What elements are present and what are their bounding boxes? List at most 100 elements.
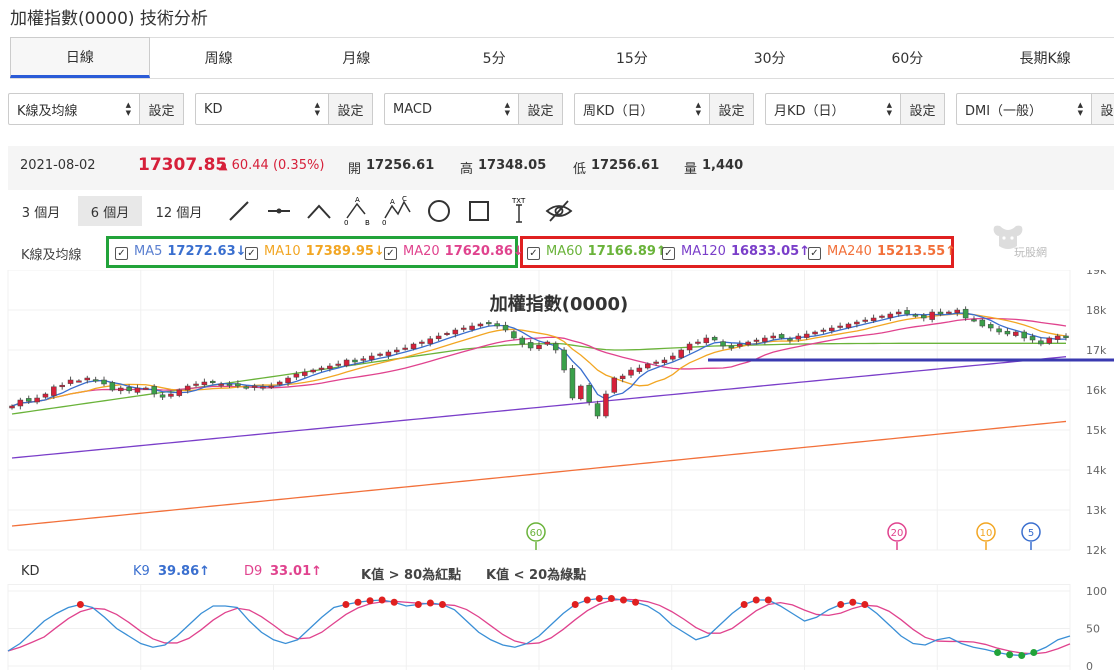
kd-red-dot	[426, 599, 434, 607]
candle-body	[820, 329, 827, 332]
horizontal-line-icon[interactable]	[264, 196, 294, 226]
marker-label: 5	[1028, 528, 1034, 539]
line-tool-icon[interactable]	[224, 196, 254, 226]
range-6m-button[interactable]: 6 個月	[78, 196, 142, 226]
tab-6[interactable]: 60分	[839, 38, 977, 78]
kd-label: KD	[21, 564, 40, 579]
checkbox-checked-icon[interactable]: ✓	[527, 247, 540, 260]
watermark-text: 玩股網	[1014, 246, 1047, 259]
candle-body	[176, 389, 183, 396]
candle-body	[854, 321, 860, 325]
tab-1[interactable]: 周線	[150, 38, 288, 78]
rectangle-tool-icon[interactable]	[464, 196, 494, 226]
range-12m-button[interactable]: 12 個月	[146, 196, 212, 226]
ma-name: MA20	[403, 244, 440, 259]
kd-red-dot	[583, 596, 591, 604]
checkbox-checked-icon[interactable]: ✓	[245, 247, 258, 260]
settings-button-4[interactable]: 設定	[901, 93, 945, 125]
indicator-select-2[interactable]: MACD ▲ ▼	[384, 93, 519, 125]
abcd-pattern-icon[interactable]: 0 A C	[382, 196, 412, 226]
candle-body	[904, 310, 910, 315]
checkbox-checked-icon[interactable]: ✓	[662, 247, 675, 260]
candle	[561, 347, 567, 373]
candle-body	[619, 375, 626, 380]
ma-item-ma240[interactable]: ✓ MA240 15213.55↑	[808, 244, 956, 260]
hide-drawings-icon[interactable]	[544, 196, 574, 226]
candle	[594, 400, 601, 419]
select-value: MACD	[393, 101, 432, 117]
txt-tool-label: TXT	[511, 197, 526, 205]
marker-label: 10	[980, 528, 993, 539]
candle-body	[720, 341, 726, 347]
tab-5[interactable]: 30分	[701, 38, 839, 78]
candle-body	[42, 393, 49, 398]
settings-button-5[interactable]: 設定	[1092, 93, 1114, 125]
kd-green-dot	[1030, 649, 1038, 656]
d9-label: D9	[244, 564, 263, 579]
candle-body	[661, 359, 668, 364]
updown-arrow-icon: ▲ ▼	[695, 101, 701, 117]
kd-tick-label: 100	[1086, 585, 1107, 598]
kd-chart: 100 50 0	[7, 584, 1107, 670]
candle-body	[260, 386, 266, 389]
candle-body	[285, 377, 291, 384]
settings-button-0[interactable]: 設定	[140, 93, 184, 125]
range-3m-button[interactable]: 3 個月	[8, 196, 74, 226]
candle-body	[803, 333, 810, 338]
candle-body	[310, 369, 316, 373]
settings-button-2[interactable]: 設定	[519, 93, 563, 125]
tab-2[interactable]: 月線	[288, 38, 426, 78]
checkbox-checked-icon[interactable]: ✓	[115, 247, 128, 260]
ma-item-ma20[interactable]: ✓ MA20 17620.86↓	[384, 244, 524, 260]
circle-tool-icon[interactable]	[424, 196, 454, 226]
tab-0[interactable]: 日線	[10, 37, 150, 78]
candle-body	[895, 311, 902, 315]
kd-green-dot	[1006, 651, 1014, 659]
candle-body	[812, 331, 818, 335]
selector-group-5: DMI（一般） ▲▼ 設定	[956, 93, 1114, 127]
candle-body	[1063, 335, 1069, 338]
k9-arrow-icon: ↑	[199, 564, 211, 579]
candle-body	[695, 341, 701, 344]
kd-red-dot	[366, 597, 374, 605]
y-tick-label: 12k	[1086, 544, 1107, 557]
candle-body	[703, 337, 710, 344]
settings-button-3[interactable]: 設定	[710, 93, 754, 125]
y-tick-label: 14k	[1086, 464, 1107, 477]
candle-body	[644, 363, 651, 369]
candle-body	[218, 383, 224, 386]
ma-item-ma60[interactable]: ✓ MA60 17166.89↑	[527, 244, 667, 260]
candle-body	[109, 382, 116, 391]
tab-4[interactable]: 15分	[563, 38, 701, 78]
candle-body	[1004, 330, 1011, 335]
checkbox-checked-icon[interactable]: ✓	[808, 247, 821, 260]
candle-body	[912, 314, 919, 317]
candle-body	[352, 359, 358, 363]
candle-body	[628, 369, 634, 376]
tab-7[interactable]: 長期K線	[976, 38, 1114, 78]
select-value: KD	[204, 101, 223, 117]
checkbox-checked-icon[interactable]: ✓	[384, 247, 397, 260]
candle-body	[469, 325, 475, 330]
candle-body	[360, 358, 367, 361]
indicator-select-0[interactable]: K線及均線 ▲ ▼	[8, 93, 140, 125]
settings-button-1[interactable]: 設定	[329, 93, 373, 125]
indicator-select-5[interactable]: DMI（一般） ▲ ▼	[956, 93, 1092, 125]
indicator-select-3[interactable]: 周KD（日） ▲ ▼	[574, 93, 710, 125]
candle-body	[25, 398, 32, 402]
marker-label: 20	[891, 528, 904, 539]
ma-item-ma10[interactable]: ✓ MA10 17389.95↓	[245, 244, 385, 260]
kd-red-dot	[378, 596, 386, 604]
candle-body	[126, 386, 132, 392]
indicator-select-4[interactable]: 月KD（日） ▲ ▼	[765, 93, 901, 125]
ma-arrow-icon: ↑	[945, 244, 957, 259]
tab-3[interactable]: 5分	[425, 38, 563, 78]
indicator-select-1[interactable]: KD ▲ ▼	[195, 93, 329, 125]
candle-body	[795, 335, 802, 340]
ma-item-ma5[interactable]: ✓ MA5 17272.63↓	[115, 244, 247, 260]
ma-value: 17166.89	[587, 244, 656, 259]
ma-item-ma120[interactable]: ✓ MA120 16833.05↑	[662, 244, 810, 260]
text-tool-icon[interactable]: TXT	[504, 196, 534, 226]
abc-pattern-icon[interactable]: 0 A B	[342, 196, 372, 226]
angle-tool-icon[interactable]	[304, 196, 334, 226]
